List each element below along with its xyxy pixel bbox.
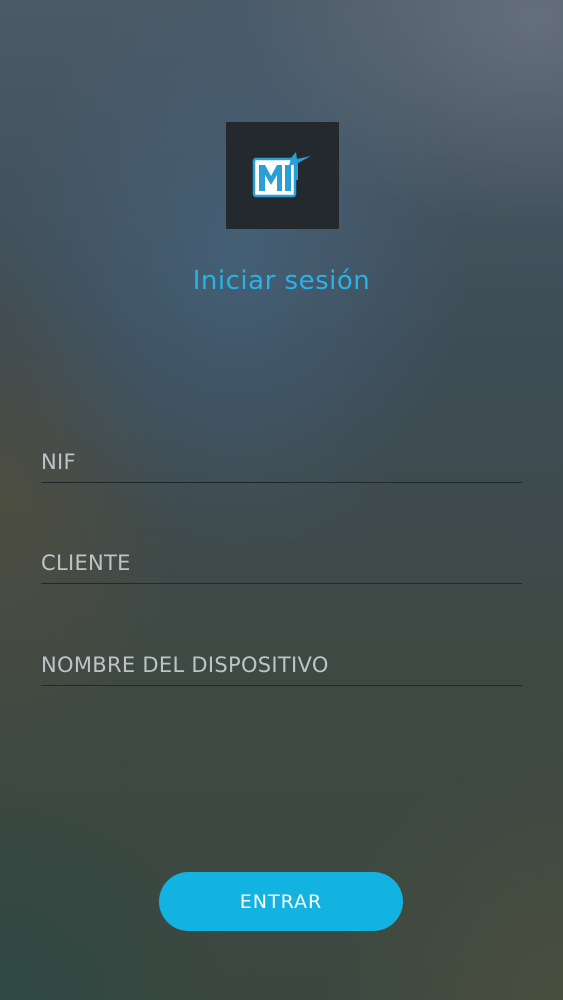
page-title: Iniciar sesión: [192, 266, 371, 296]
device-name-field: [41, 635, 522, 686]
device-name-input[interactable]: [41, 653, 522, 677]
enter-button[interactable]: ENTRAR: [159, 872, 403, 931]
nif-field: [41, 432, 522, 483]
nif-input[interactable]: [41, 450, 522, 474]
cliente-input[interactable]: [41, 551, 522, 575]
app-logo: [226, 122, 339, 229]
cliente-field: [41, 533, 522, 584]
app-logo-icon: [252, 151, 311, 197]
